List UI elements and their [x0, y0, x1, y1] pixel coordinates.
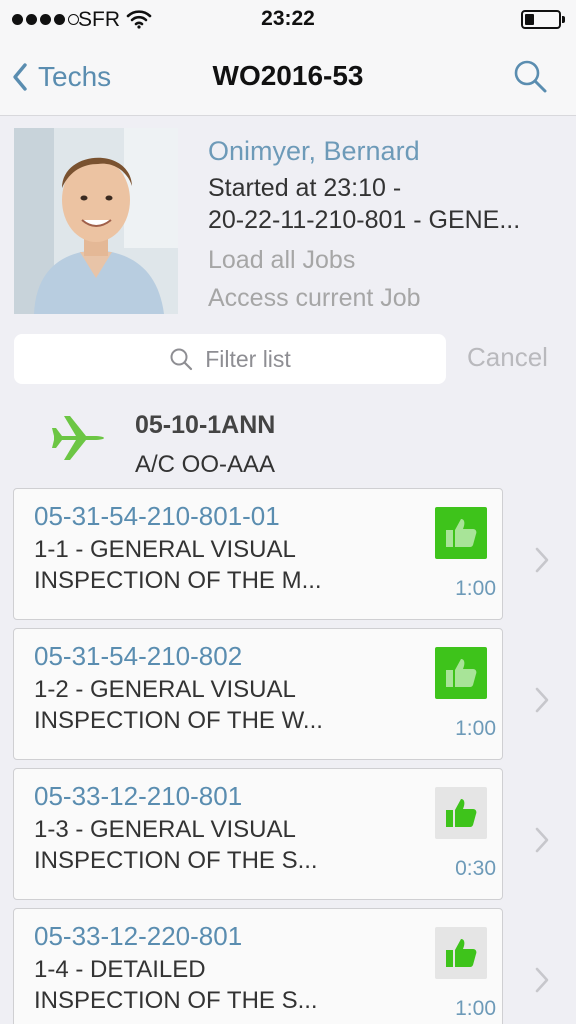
status-badge: [435, 647, 487, 699]
job-duration: 1:00: [455, 717, 496, 740]
page-title: WO2016-53: [212, 60, 364, 91]
filter-input[interactable]: Filter list: [14, 334, 446, 384]
chevron-right-icon[interactable]: [534, 966, 550, 994]
job-card[interactable]: 05-31-54-210-801-01 1-1 - GENERAL VISUAL…: [13, 488, 503, 620]
job-title-line: INSPECTION OF THE W...: [34, 707, 323, 734]
thumbs-up-icon: [446, 799, 477, 827]
status-time: 23:22: [261, 7, 315, 30]
job-number: 05-31-54-210-801-01: [34, 501, 280, 531]
navigation-bar: Techs WO2016-53: [0, 40, 576, 116]
search-icon[interactable]: [512, 58, 548, 94]
job-card[interactable]: 05-33-12-210-801 1-3 - GENERAL VISUAL IN…: [13, 768, 503, 900]
job-title-line: 1-3 - GENERAL VISUAL: [34, 816, 296, 843]
chevron-right-icon[interactable]: [534, 686, 550, 714]
started-time: Started at 23:10 -: [208, 174, 402, 202]
job-title-line: 1-1 - GENERAL VISUAL: [34, 536, 296, 563]
status-bar: SFR 23:22: [0, 0, 576, 40]
job-title-line: INSPECTION OF THE S...: [34, 847, 318, 874]
job-number: 05-33-12-220-801: [34, 921, 243, 951]
aircraft-code: 05-10-1ANN: [135, 411, 276, 439]
technician-avatar: [14, 128, 178, 314]
status-badge: [435, 927, 487, 979]
chevron-right-icon[interactable]: [534, 546, 550, 574]
aircraft-registration: A/C OO-AAA: [135, 451, 276, 478]
thumbs-up-icon: [446, 659, 477, 687]
job-card[interactable]: 05-33-12-220-801 1-4 - DETAILED INSPECTI…: [13, 908, 503, 1024]
job-title-line: 1-2 - GENERAL VISUAL: [34, 676, 296, 703]
thumbs-up-icon: [446, 519, 477, 547]
current-job-label: 20-22-11-210-801 - GENE...: [208, 206, 521, 234]
job-duration: 1:00: [455, 577, 496, 600]
status-badge: [435, 787, 487, 839]
airplane-icon: [52, 416, 104, 460]
job-number: 05-31-54-210-802: [34, 641, 243, 671]
chevron-right-icon[interactable]: [534, 826, 550, 854]
battery-tip: [562, 16, 565, 23]
technician-name: Onimyer, Bernard: [208, 136, 420, 166]
status-badge: [435, 507, 487, 559]
thumbs-up-icon: [446, 939, 477, 967]
access-current-job-link[interactable]: Access current Job: [208, 284, 421, 313]
filter-placeholder: Filter list: [205, 345, 291, 372]
job-title-line: INSPECTION OF THE S...: [34, 987, 318, 1014]
job-card[interactable]: 05-31-54-210-802 1-2 - GENERAL VISUAL IN…: [13, 628, 503, 760]
load-all-jobs-link[interactable]: Load all Jobs: [208, 246, 355, 275]
job-title-line: INSPECTION OF THE M...: [34, 567, 322, 594]
cancel-button[interactable]: Cancel: [467, 342, 548, 373]
job-number: 05-33-12-210-801: [34, 781, 243, 811]
technician-header: Onimyer, Bernard Started at 23:10 - 20-2…: [0, 116, 576, 332]
job-title-line: 1-4 - DETAILED: [34, 956, 206, 983]
job-duration: 1:00: [455, 997, 496, 1020]
battery-icon: [521, 10, 561, 29]
job-duration: 0:30: [455, 857, 496, 880]
search-icon: [170, 348, 193, 371]
